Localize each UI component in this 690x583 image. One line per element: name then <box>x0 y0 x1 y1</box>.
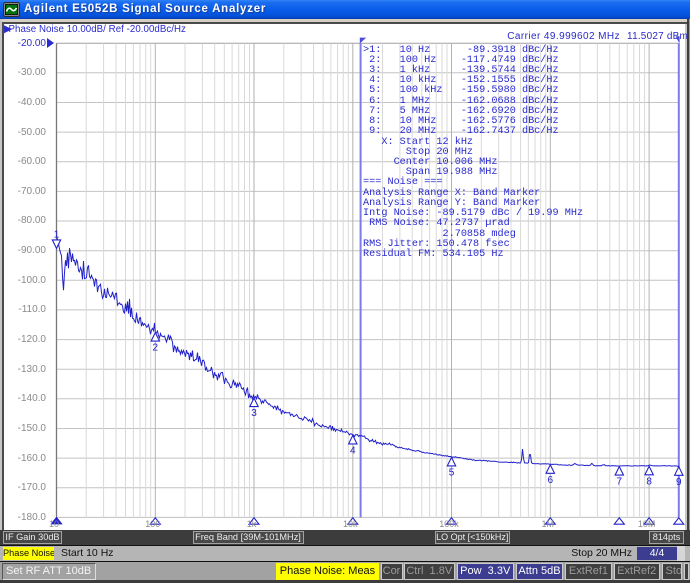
svg-text:6: 6 <box>548 475 554 486</box>
svg-text:3: 3 <box>251 408 257 419</box>
svg-text:1: 1 <box>54 229 60 240</box>
svg-text:8: 8 <box>646 476 652 487</box>
svg-text:7: 7 <box>617 477 623 488</box>
svg-text:4: 4 <box>350 445 356 456</box>
svg-text:9: 9 <box>676 477 682 488</box>
svg-text:5: 5 <box>449 467 455 478</box>
svg-text:2: 2 <box>153 343 159 354</box>
